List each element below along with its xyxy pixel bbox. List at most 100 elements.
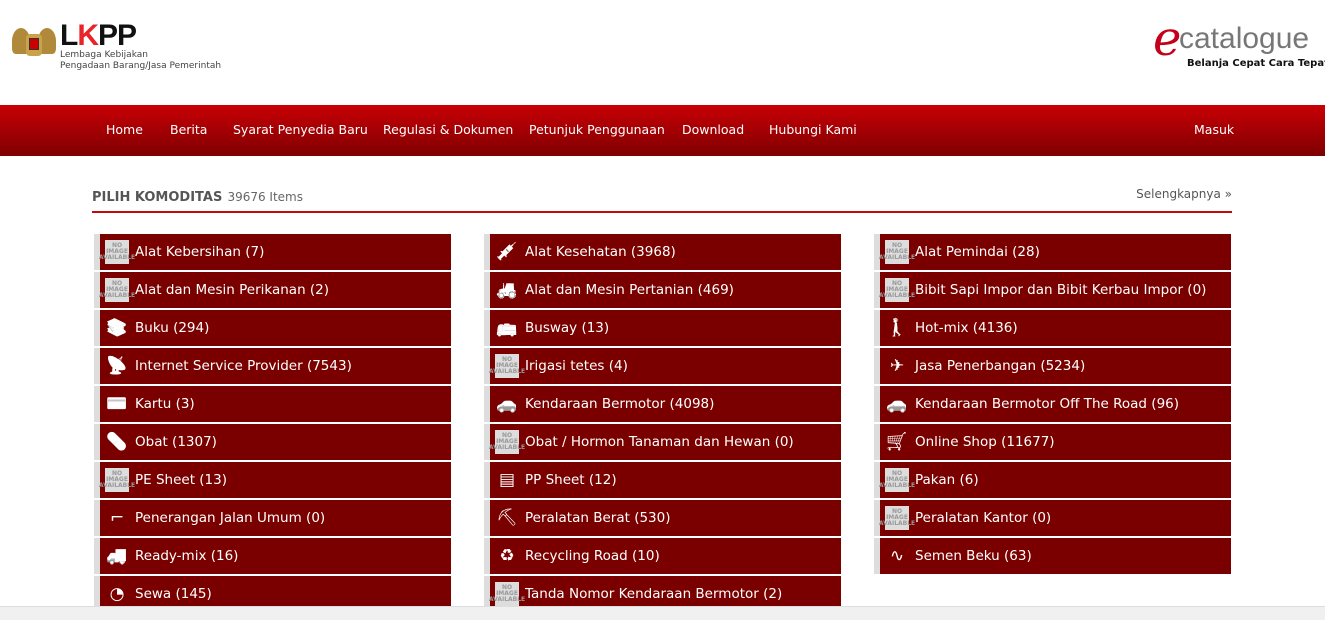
commodity-item[interactable]: ⌐ Penerangan Jalan Umum (0)	[94, 500, 451, 536]
no-image-icon: NO IMAGE AVAILABLE	[99, 240, 135, 264]
no-image-text: AVAILABLE	[488, 444, 526, 451]
commodity-item[interactable]: NO IMAGE AVAILABLE Alat Pemindai (28)	[874, 234, 1231, 270]
recycle-icon: ♻	[499, 546, 515, 566]
commodity-label: Penerangan Jalan Umum (0)	[135, 510, 326, 526]
commodity-item[interactable]: 🛒 Online Shop (11677)	[874, 424, 1231, 460]
commodity-item[interactable]: ▤ PP Sheet (12)	[484, 462, 841, 498]
commodity-label: Bibit Sapi Impor dan Bibit Kerbau Impor …	[915, 282, 1207, 298]
commodity-item[interactable]: 🚶 Hot-mix (4136)	[874, 310, 1231, 346]
commodity-label: Alat Kesehatan (3968)	[525, 244, 676, 260]
commodity-item[interactable]: NO IMAGE AVAILABLE PE Sheet (13)	[94, 462, 451, 498]
no-image-icon: NO IMAGE AVAILABLE	[99, 468, 135, 492]
lkpp-subtitle-2: Pengadaan Barang/Jasa Pemerintah	[60, 61, 222, 71]
nav-syarat-penyedia-baru[interactable]: Syarat Penyedia Baru	[233, 122, 368, 137]
commodity-label: Peralatan Berat (530)	[525, 510, 671, 526]
commodity-label: Alat Kebersihan (7)	[135, 244, 265, 260]
nav-berita[interactable]: Berita	[170, 122, 207, 137]
commodity-label: Peralatan Kantor (0)	[915, 510, 1052, 526]
header: LKPP Lembaga Kebijakan Pengadaan Barang/…	[0, 0, 1325, 105]
commodity-item[interactable]: 📚 Buku (294)	[94, 310, 451, 346]
commodity-item[interactable]: ✈ Jasa Penerbangan (5234)	[874, 348, 1231, 384]
commodity-item[interactable]: 🚚 Ready-mix (16)	[94, 538, 451, 574]
no-image-text: AVAILABLE	[878, 292, 916, 299]
lkpp-logo[interactable]: LKPP Lembaga Kebijakan Pengadaan Barang/…	[12, 19, 222, 72]
commodity-label: Jasa Penerbangan (5234)	[915, 358, 1086, 374]
no-image-icon: NO IMAGE AVAILABLE	[99, 278, 135, 302]
commodity-label: Kendaraan Bermotor (4098)	[525, 396, 715, 412]
bus-icon: 🚌	[496, 318, 518, 338]
commodity-item[interactable]: NO IMAGE AVAILABLE Alat dan Mesin Perikanan…	[94, 272, 451, 308]
sperm-icon: ∿	[889, 546, 905, 566]
lkpp-subtitle-1: Lembaga Kebijakan	[60, 50, 148, 60]
see-more-link[interactable]: Selengkapnya »	[1136, 187, 1232, 201]
commodity-column-2: 💉 Alat Kesehatan (3968) 🚜 Alat dan Mesin Pe…	[484, 234, 841, 614]
ecatalogue-e: e	[1153, 11, 1182, 67]
commodity-label: Internet Service Provider (7543)	[135, 358, 352, 374]
commodity-label: Online Shop (11677)	[915, 434, 1055, 450]
no-image-text: AVAILABLE	[878, 254, 916, 261]
commodity-item[interactable]: ∿ Semen Beku (63)	[874, 538, 1231, 574]
nav-regulasi-dokumen[interactable]: Regulasi & Dokumen	[383, 122, 513, 137]
commodity-item[interactable]: ⛏ Peralatan Berat (530)	[484, 500, 841, 536]
commodity-item[interactable]: NO IMAGE AVAILABLE Pakan (6)	[874, 462, 1231, 498]
section-title: PILIH KOMODITAS	[92, 190, 223, 205]
no-image-icon: NO IMAGE AVAILABLE	[489, 354, 525, 378]
commodity-item[interactable]: 🚗 Kendaraan Bermotor Off The Road (96)	[874, 386, 1231, 422]
no-image-icon: NO IMAGE AVAILABLE	[879, 468, 915, 492]
commodity-item[interactable]: 📡 Internet Service Provider (7543)	[94, 348, 451, 384]
commodity-label: PE Sheet (13)	[135, 472, 227, 488]
no-image-text: AVAILABLE	[98, 292, 136, 299]
no-image-icon: NO IMAGE AVAILABLE	[489, 582, 525, 606]
commodity-item[interactable]: 💳 Kartu (3)	[94, 386, 451, 422]
ecatalogue-logo[interactable]: e catalogue Belanja Cepat Cara Tepat	[1153, 14, 1325, 72]
commodity-label: Kartu (3)	[135, 396, 195, 412]
commodity-item[interactable]: NO IMAGE AVAILABLE Bibit Sapi Impor dan Bib…	[874, 272, 1231, 308]
no-image-text: AVAILABLE	[488, 368, 526, 375]
nav-petunjuk-penggunaan[interactable]: Petunjuk Penggunaan	[529, 122, 665, 137]
commodity-label: Tanda Nomor Kendaraan Bermotor (2)	[525, 586, 783, 602]
cart-icon: 🛒	[886, 432, 908, 452]
commodity-item[interactable]: 🚌 Busway (13)	[484, 310, 841, 346]
commodity-item[interactable]: 💉 Alat Kesehatan (3968)	[484, 234, 841, 270]
nav-home[interactable]: Home	[106, 122, 143, 137]
commodity-label: Pakan (6)	[915, 472, 979, 488]
commodity-item[interactable]: ♻ Recycling Road (10)	[484, 538, 841, 574]
item-count: 39676 Items	[227, 190, 303, 204]
no-image-text: AVAILABLE	[878, 482, 916, 489]
commodity-item[interactable]: NO IMAGE AVAILABLE Alat Kebersihan (7)	[94, 234, 451, 270]
commodity-label: Buku (294)	[135, 320, 210, 336]
login-link[interactable]: Masuk	[1194, 122, 1234, 137]
section-header: PILIH KOMODITAS 39676 Items Selengkapnya…	[92, 186, 1232, 213]
commodity-label: Ready-mix (16)	[135, 548, 239, 564]
no-image-text: AVAILABLE	[488, 596, 526, 603]
antenna-icon: 📡	[106, 356, 128, 376]
commodity-label: Recycling Road (10)	[525, 548, 660, 564]
syringe-icon: 💉	[496, 242, 518, 262]
commodity-label: Alat dan Mesin Pertanian (469)	[525, 282, 734, 298]
no-image-text: AVAILABLE	[878, 520, 916, 527]
mixer-truck-icon: 🚚	[106, 546, 128, 566]
commodity-item[interactable]: 🚜 Alat dan Mesin Pertanian (469)	[484, 272, 841, 308]
commodity-item[interactable]: NO IMAGE AVAILABLE Irigasi tetes (4)	[484, 348, 841, 384]
horizontal-scrollbar[interactable]	[0, 606, 1325, 620]
car-icon: 🚗	[886, 394, 908, 414]
books-icon: 📚	[106, 318, 128, 338]
commodity-item[interactable]: 💊 Obat (1307)	[94, 424, 451, 460]
nav-hubungi-kami[interactable]: Hubungi Kami	[769, 122, 857, 137]
commodity-label: Busway (13)	[525, 320, 610, 336]
plane-ticket-icon: ✈	[889, 356, 905, 376]
commodity-item[interactable]: NO IMAGE AVAILABLE Peralatan Kantor (0)	[874, 500, 1231, 536]
commodity-label: Sewa (145)	[135, 586, 212, 602]
no-image-icon: NO IMAGE AVAILABLE	[489, 430, 525, 454]
street-lamp-icon: ⌐	[109, 508, 125, 528]
commodity-label: Kendaraan Bermotor Off The Road (96)	[915, 396, 1180, 412]
clock-icon: ◔	[109, 584, 125, 604]
tractor-icon: 🚜	[496, 280, 518, 300]
nav-download[interactable]: Download	[682, 122, 744, 137]
commodity-label: Obat / Hormon Tanaman dan Hewan (0)	[525, 434, 794, 450]
worker-icon: 🚶	[886, 318, 908, 338]
lkpp-wordmark: LKPP	[60, 19, 137, 52]
commodity-item[interactable]: NO IMAGE AVAILABLE Obat / Hormon Tanaman da…	[484, 424, 841, 460]
navbar: Home Berita Syarat Penyedia Baru Regulas…	[0, 105, 1325, 156]
commodity-item[interactable]: 🚗 Kendaraan Bermotor (4098)	[484, 386, 841, 422]
